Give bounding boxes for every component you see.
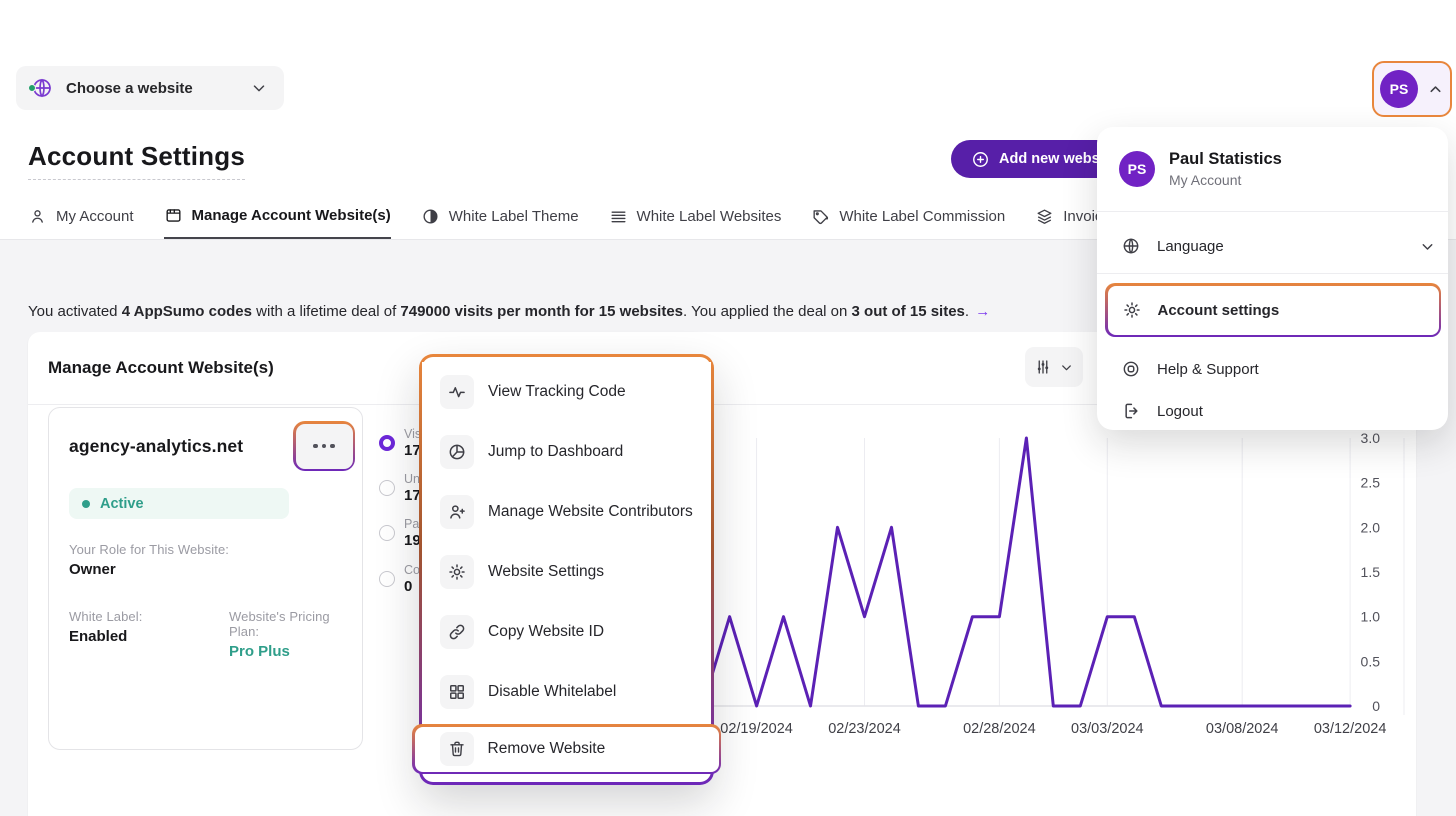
browser-window-icon bbox=[164, 206, 183, 225]
legend-item-pageviews: Pa19 bbox=[379, 517, 421, 549]
role-block: Your Role for This Website: Owner bbox=[69, 542, 229, 578]
account-name: Paul Statistics bbox=[1169, 150, 1282, 169]
menu-item-remove-website[interactable]: Remove Website bbox=[415, 727, 719, 772]
gear-icon bbox=[1122, 300, 1142, 320]
svg-text:0: 0 bbox=[1372, 698, 1380, 714]
menu-item-view-tracking-code[interactable]: View Tracking Code bbox=[422, 362, 711, 422]
grid-icon bbox=[447, 682, 467, 702]
list-lines-icon bbox=[609, 207, 628, 226]
svg-text:1.5: 1.5 bbox=[1361, 564, 1381, 580]
menu-item-disable-whitelabel[interactable]: Disable Whitelabel bbox=[422, 662, 711, 722]
account-avatar-button[interactable]: PS bbox=[1372, 61, 1452, 117]
account-settings-highlight: Account settings bbox=[1105, 283, 1441, 337]
legend-item-conversions: Co0 bbox=[379, 563, 420, 595]
chevron-down-icon bbox=[1059, 360, 1074, 375]
website-menu-highlight bbox=[293, 421, 355, 471]
panel-divider bbox=[1097, 273, 1448, 274]
radio-visitors[interactable] bbox=[379, 435, 395, 451]
account-subtitle: My Account bbox=[1169, 172, 1282, 188]
status-dot bbox=[28, 84, 36, 92]
website-options-button[interactable] bbox=[296, 424, 353, 469]
svg-text:1.0: 1.0 bbox=[1361, 609, 1381, 625]
svg-text:02/19/2024: 02/19/2024 bbox=[720, 721, 793, 737]
sliders-icon bbox=[1034, 358, 1052, 376]
plan-value: Pro Plus bbox=[229, 643, 362, 660]
menu-item-logout[interactable]: Logout bbox=[1109, 389, 1436, 433]
chart-filter-button[interactable] bbox=[1025, 347, 1083, 387]
svg-text:03/08/2024: 03/08/2024 bbox=[1206, 721, 1279, 737]
role-label: Your Role for This Website: bbox=[69, 542, 229, 557]
card-title: Manage Account Website(s) bbox=[48, 358, 274, 378]
svg-text:03/12/2024: 03/12/2024 bbox=[1314, 721, 1387, 737]
radio-unique[interactable] bbox=[379, 480, 395, 496]
app-window: Choose a website PS Account Settings Add… bbox=[0, 0, 1456, 816]
website-context-menu: View Tracking Code Jump to Dashboard Man… bbox=[419, 354, 714, 785]
remove-website-highlight: Remove Website bbox=[412, 724, 721, 774]
menu-item-jump-to-dashboard[interactable]: Jump to Dashboard bbox=[422, 422, 711, 482]
tab-manage-account-websites[interactable]: Manage Account Website(s) bbox=[164, 196, 391, 239]
svg-text:02/23/2024: 02/23/2024 bbox=[828, 721, 901, 737]
white-label-value: Enabled bbox=[69, 628, 142, 645]
chevron-up-icon bbox=[1427, 81, 1444, 98]
pricing-plan-block: Website's Pricing Plan: Pro Plus bbox=[229, 609, 362, 660]
status-badge: Active bbox=[69, 488, 289, 519]
menu-item-manage-contributors[interactable]: Manage Website Contributors bbox=[422, 482, 711, 542]
tag-icon bbox=[811, 207, 830, 226]
website-selector-dropdown[interactable]: Choose a website bbox=[16, 66, 284, 110]
radio-conversions[interactable] bbox=[379, 571, 395, 587]
svg-text:0.5: 0.5 bbox=[1361, 653, 1381, 669]
tab-white-label-websites[interactable]: White Label Websites bbox=[609, 196, 782, 239]
legend-item-visitors: Vis17 bbox=[379, 427, 421, 459]
pulse-icon bbox=[447, 382, 467, 402]
account-header: PS Paul Statistics My Account bbox=[1119, 150, 1282, 188]
tab-white-label-theme[interactable]: White Label Theme bbox=[421, 196, 579, 239]
pie-chart-icon bbox=[447, 442, 467, 462]
page-title: Account Settings bbox=[28, 141, 245, 180]
svg-text:03/03/2024: 03/03/2024 bbox=[1071, 721, 1144, 737]
trash-icon bbox=[447, 739, 467, 759]
menu-item-account-settings[interactable]: Account settings bbox=[1108, 286, 1439, 335]
panel-divider bbox=[1097, 211, 1448, 212]
menu-item-help-support[interactable]: Help & Support bbox=[1109, 347, 1436, 391]
svg-text:2.5: 2.5 bbox=[1361, 475, 1381, 491]
notice-arrow-link[interactable]: → bbox=[975, 303, 990, 320]
radio-pageviews[interactable] bbox=[379, 525, 395, 541]
legend-item-unique: Un17 bbox=[379, 472, 421, 504]
chevron-down-icon bbox=[250, 79, 268, 97]
globe-icon bbox=[1121, 236, 1141, 256]
website-globe-icon bbox=[30, 76, 54, 100]
website-selector-label: Choose a website bbox=[66, 80, 250, 97]
white-label-label: White Label: bbox=[69, 609, 142, 624]
website-card: agency-analytics.net Active Your Role fo… bbox=[48, 407, 363, 750]
chevron-down-icon bbox=[1419, 238, 1436, 255]
layers-icon bbox=[1035, 207, 1054, 226]
plus-circle-icon bbox=[971, 150, 990, 169]
active-dot-icon bbox=[82, 500, 90, 508]
menu-item-website-settings[interactable]: Website Settings bbox=[422, 542, 711, 602]
half-circle-theme-icon bbox=[421, 207, 440, 226]
menu-item-language[interactable]: Language bbox=[1109, 224, 1436, 268]
appsumo-notice: You activated 4 AppSumo codes with a lif… bbox=[28, 303, 990, 320]
plan-label: Website's Pricing Plan: bbox=[229, 609, 362, 639]
link-icon bbox=[447, 622, 467, 642]
svg-text:2.0: 2.0 bbox=[1361, 519, 1381, 535]
avatar: PS bbox=[1119, 151, 1155, 187]
svg-text:02/28/2024: 02/28/2024 bbox=[963, 721, 1036, 737]
user-plus-icon bbox=[447, 502, 467, 522]
gear-icon bbox=[447, 562, 467, 582]
website-name: agency-analytics.net bbox=[69, 436, 243, 457]
white-label-block: White Label: Enabled bbox=[69, 609, 142, 645]
tab-my-account[interactable]: My Account bbox=[28, 196, 134, 239]
role-value: Owner bbox=[69, 561, 229, 578]
tab-white-label-commission[interactable]: White Label Commission bbox=[811, 196, 1005, 239]
account-dropdown-panel: PS Paul Statistics My Account Language A… bbox=[1097, 127, 1448, 430]
logout-icon bbox=[1121, 401, 1141, 421]
avatar: PS bbox=[1380, 70, 1418, 108]
person-icon bbox=[28, 207, 47, 226]
help-lifebuoy-icon bbox=[1121, 359, 1141, 379]
menu-item-copy-website-id[interactable]: Copy Website ID bbox=[422, 602, 711, 662]
